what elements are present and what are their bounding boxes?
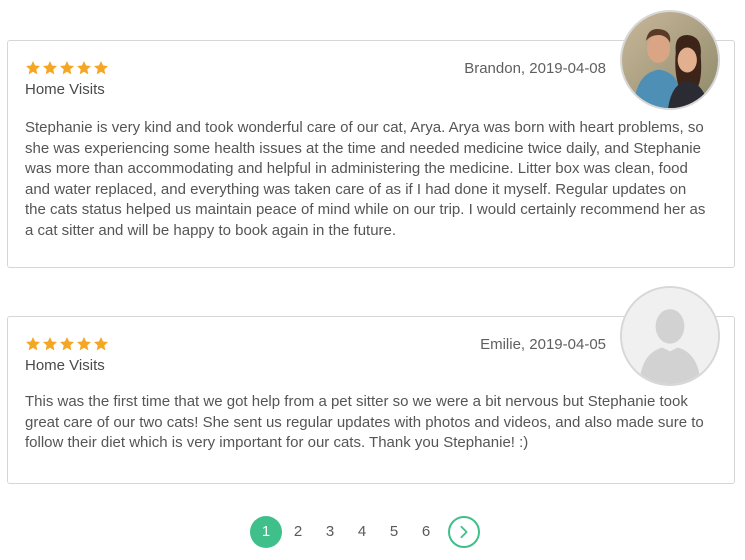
chevron-right-icon <box>460 525 468 539</box>
next-page-button[interactable] <box>448 516 480 548</box>
star-icon <box>94 337 108 351</box>
review-author-date: Emilie, 2019-04-05 <box>480 336 606 353</box>
star-icon <box>26 61 40 75</box>
review-author-date: Brandon, 2019-04-08 <box>464 60 606 77</box>
page-1-button[interactable]: 1 <box>250 516 282 548</box>
star-icon <box>26 337 40 351</box>
star-icon <box>43 61 57 75</box>
pagination: 1 2 3 4 5 6 <box>250 515 480 549</box>
page-6-button[interactable]: 6 <box>410 516 442 548</box>
default-avatar-icon <box>622 288 718 384</box>
review-text: This was the first time that we got help… <box>25 393 704 451</box>
star-icon <box>94 61 108 75</box>
star-icon <box>60 61 74 75</box>
review-service: Home Visits <box>25 81 105 98</box>
star-icon <box>43 337 57 351</box>
star-icon <box>60 337 74 351</box>
page-3-button[interactable]: 3 <box>314 516 346 548</box>
reviewer-avatar <box>620 286 720 386</box>
couple-photo-icon <box>622 12 718 108</box>
star-rating <box>25 336 109 352</box>
reviewer-avatar <box>620 10 720 110</box>
star-rating <box>25 60 109 76</box>
page-4-button[interactable]: 4 <box>346 516 378 548</box>
review-text: Stephanie is very kind and took wonderfu… <box>25 119 706 239</box>
star-icon <box>77 61 91 75</box>
review-service: Home Visits <box>25 357 105 374</box>
page-2-button[interactable]: 2 <box>282 516 314 548</box>
star-icon <box>77 337 91 351</box>
page-5-button[interactable]: 5 <box>378 516 410 548</box>
